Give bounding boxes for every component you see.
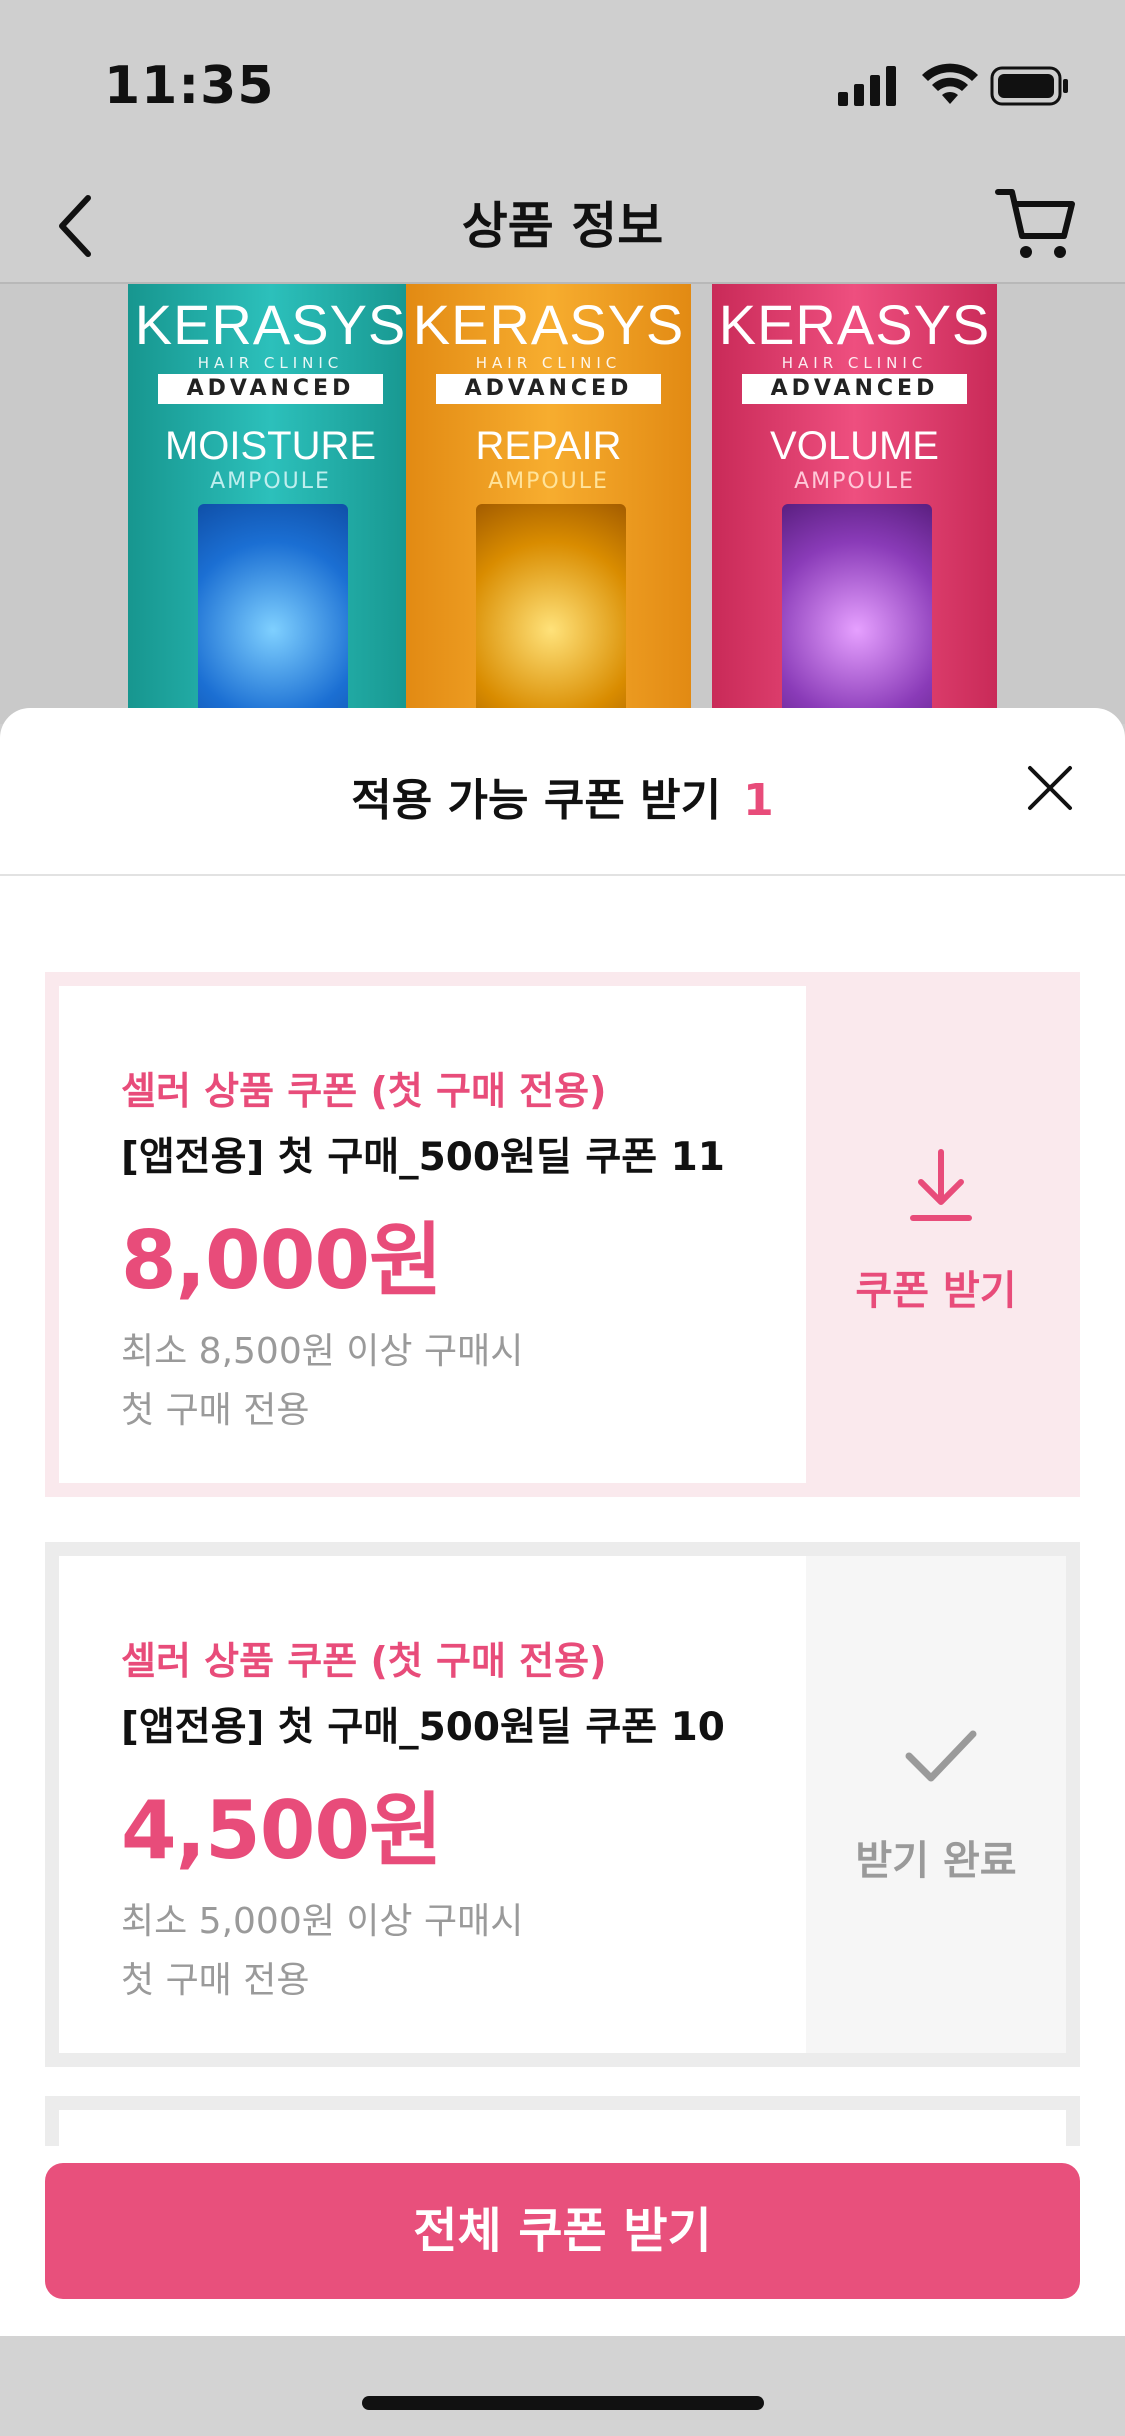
close-icon[interactable] xyxy=(1022,760,1078,816)
product-bottle-repair: KERASYS HAIR CLINIC ADVANCED REPAIR AMPO… xyxy=(406,284,691,724)
download-coupon-label: 쿠폰 받기 xyxy=(855,1268,1017,1314)
coupon-first-purchase-condition: 첫 구매 전용 xyxy=(121,1390,310,1431)
battery-icon xyxy=(990,66,1068,106)
coupon-name: [앱전용] 첫 구매_500원딜 쿠폰 11 xyxy=(121,1135,725,1180)
coupon-amount: 8,000원 xyxy=(121,1214,443,1307)
coupon-info: 셀러 상품 쿠폰 (첫 구매 전용) [앱전용] 첫 구매_500원딜 쿠폰 1… xyxy=(59,986,806,1483)
page-title: 상품 정보 xyxy=(461,197,664,255)
download-icon xyxy=(910,1149,972,1221)
sheet-header: 적용 가능 쿠폰 받기 1 xyxy=(0,708,1125,876)
product-bottle-moisture: KERASYS HAIR CLINIC ADVANCED MOISTURE AM… xyxy=(128,284,413,724)
coupon-first-purchase-condition: 첫 구매 전용 xyxy=(121,1960,310,2001)
sheet-title-text: 적용 가능 쿠폰 받기 xyxy=(351,775,722,826)
nav-bar: 상품 정보 xyxy=(0,170,1125,284)
sheet-title: 적용 가능 쿠폰 받기 1 xyxy=(0,764,1125,828)
check-icon xyxy=(905,1730,977,1782)
coupon-received-status: 받기 완료 xyxy=(806,1556,1066,2053)
coupon-card-next xyxy=(45,2096,1080,2146)
status-bar: 11:35 xyxy=(0,0,1125,170)
product-bottle-volume: KERASYS HAIR CLINIC ADVANCED VOLUME AMPO… xyxy=(712,284,997,724)
cart-icon[interactable] xyxy=(990,178,1080,268)
cellular-signal-icon xyxy=(838,66,896,106)
download-coupon-button[interactable]: 쿠폰 받기 xyxy=(806,986,1066,1483)
coupon-type: 셀러 상품 쿠폰 (첫 구매 전용) xyxy=(121,1639,607,1683)
download-all-coupons-button[interactable]: 전체 쿠폰 받기 xyxy=(45,2163,1080,2299)
coupon-amount: 4,500원 xyxy=(121,1784,443,1877)
coupon-name: [앱전용] 첫 구매_500원딜 쿠폰 10 xyxy=(121,1705,725,1750)
coupon-sheet: 적용 가능 쿠폰 받기 1 셀러 상품 쿠폰 (첫 구매 전용) [앱전용] 첫 … xyxy=(0,708,1125,2436)
home-indicator-area xyxy=(0,2336,1125,2436)
coupon-list: 셀러 상품 쿠폰 (첫 구매 전용) [앱전용] 첫 구매_500원딜 쿠폰 1… xyxy=(0,876,1125,2146)
coupon-card: 셀러 상품 쿠폰 (첫 구매 전용) [앱전용] 첫 구매_500원딜 쿠폰 1… xyxy=(45,1542,1080,2067)
coupon-card: 셀러 상품 쿠폰 (첫 구매 전용) [앱전용] 첫 구매_500원딜 쿠폰 1… xyxy=(45,972,1080,1497)
coupon-type: 셀러 상품 쿠폰 (첫 구매 전용) xyxy=(121,1069,607,1113)
coupon-min-condition: 최소 8,500원 이상 구매시 xyxy=(121,1331,524,1372)
wifi-icon xyxy=(922,63,978,104)
status-time: 11:35 xyxy=(104,56,275,116)
coupon-min-condition: 최소 5,000원 이상 구매시 xyxy=(121,1901,524,1942)
product-image: KERASYS HAIR CLINIC ADVANCED MOISTURE AM… xyxy=(0,284,1125,724)
coupon-info: 셀러 상품 쿠폰 (첫 구매 전용) [앱전용] 첫 구매_500원딜 쿠폰 1… xyxy=(59,1556,806,2053)
coupon-count-badge: 1 xyxy=(743,775,774,826)
coupon-received-label: 받기 완료 xyxy=(855,1838,1017,1884)
home-indicator xyxy=(362,2396,764,2410)
